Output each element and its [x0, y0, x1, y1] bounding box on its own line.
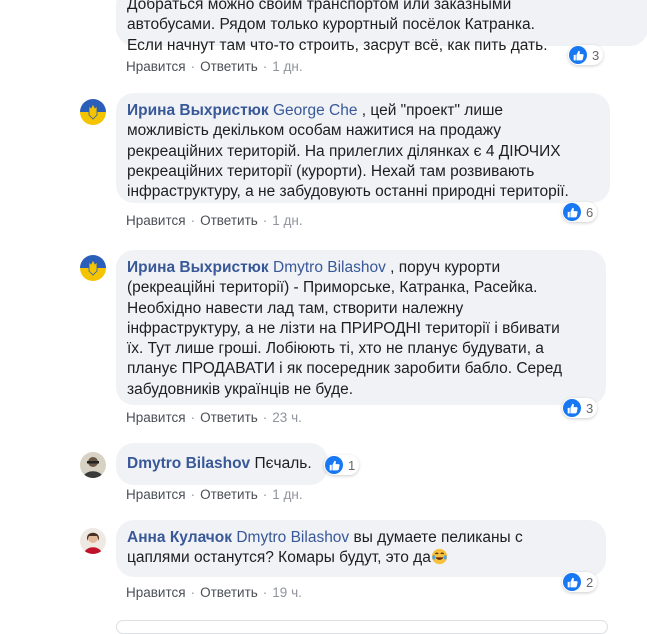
timestamp[interactable]: 23 ч. [272, 410, 302, 425]
timestamp[interactable]: 1 дн. [272, 487, 302, 502]
reply-link[interactable]: Ответить [200, 585, 258, 600]
comment-author[interactable]: Dmytro Bilashov [127, 455, 250, 472]
comment-bubble: Ирина Выхристюк George Che , цей "проект… [116, 93, 610, 203]
reaction-count-badge[interactable]: 3 [562, 398, 598, 418]
reaction-count: 2 [586, 574, 594, 590]
comment-actions: Нравится · Ответить · 23 ч. [126, 410, 302, 425]
avatar[interactable] [80, 255, 106, 281]
comment-text-line: Ирина Выхристюк Dmytro Bilashov , поруч … [127, 258, 594, 278]
reaction-count-badge[interactable]: 2 [562, 572, 598, 592]
reply-link[interactable]: Ответить [200, 59, 258, 74]
reaction-count-badge[interactable]: 1 [324, 455, 360, 475]
thumbs-up-icon [563, 573, 581, 591]
comment-text-line: інфраструктуру, а не лізти на ПРИРОДНІ т… [127, 319, 560, 337]
reaction-count: 1 [348, 457, 356, 473]
mention-link[interactable]: Dmytro Bilashov [273, 259, 386, 276]
comment-bubble: Ирина Выхристюк Dmytro Bilashov , поруч … [116, 250, 606, 405]
comment-text-line: планує ПРОДАВАТИ і як посередник заробит… [127, 360, 563, 378]
separator-dot: · [190, 487, 196, 502]
mention-link[interactable]: George Che [273, 102, 357, 119]
comment-bubble: Dmytro Bilashov Пєчаль. [116, 443, 328, 485]
comment-text: цаплями останутся? Комары будут, это да [127, 549, 431, 567]
comment-actions: Нравится · Ответить · 1 дн. [126, 213, 303, 228]
comment-text-line: їх. Тут лише гроші. Лобіюють ті, хто не … [127, 340, 544, 358]
comment-text-line: рекреаційних територій. На прилеглих діл… [127, 142, 561, 160]
separator-dot: · [190, 213, 196, 228]
thumbs-up-icon [569, 46, 587, 64]
comment-text-line: Dmytro Bilashov Пєчаль. [127, 451, 316, 476]
reaction-count: 6 [586, 204, 594, 220]
comment-author[interactable]: Анна Кулачок [127, 529, 232, 546]
separator-dot: · [190, 410, 196, 425]
comment-bubble: Анна Кулачок Dmytro Bilashov вы думаете … [116, 520, 606, 577]
thumbs-up-icon [563, 203, 581, 221]
comment-text: вы думаете пеликаны с [349, 529, 523, 546]
comment-text-line: Добраться можно своим транспортом или за… [127, 0, 512, 13]
comment-text-line: забудовників українців не буде. [127, 380, 354, 398]
reply-link[interactable]: Ответить [200, 410, 258, 425]
comment-text-line: Необхідно навести лад там, створити нале… [127, 299, 464, 317]
comment-text-line: автобусами. Рядом только курортный посёл… [127, 16, 535, 34]
reaction-count: 3 [592, 47, 600, 63]
separator-dot: · [190, 59, 196, 74]
comment-bubble: Добраться можно своим транспортом или за… [116, 0, 647, 54]
comment-text: , цей "проект" лише [357, 102, 504, 119]
avatar[interactable] [80, 452, 106, 478]
comment-text-line: цаплями останутся? Комары будут, это да [127, 548, 594, 568]
comment-text-line: можливість декільком особам нажитися на … [127, 122, 502, 140]
like-link[interactable]: Нравится [126, 487, 186, 502]
reply-link[interactable]: Ответить [200, 213, 258, 228]
reply-link[interactable]: Ответить [200, 487, 258, 502]
timestamp[interactable]: 1 дн. [272, 213, 302, 228]
like-link[interactable]: Нравится [126, 410, 186, 425]
thumbs-up-icon [325, 456, 343, 474]
like-link[interactable]: Нравится [126, 585, 186, 600]
comment-text: Пєчаль. [250, 455, 312, 472]
reply-input-box[interactable] [116, 620, 608, 634]
comment-text-line: Ирина Выхристюк George Che , цей "проект… [127, 101, 598, 121]
comment-text-line: рекреаційних території (курорти). Нехай … [127, 162, 535, 180]
avatar[interactable] [80, 99, 106, 125]
mention-link[interactable]: Dmytro Bilashov [236, 529, 349, 546]
comment-text-line: інфраструктуру, а не забудовують останні… [127, 183, 569, 201]
separator-dot: · [262, 410, 268, 425]
comment-text-line: Если начнут там что-то строить, засрут в… [127, 36, 548, 54]
reaction-count-badge[interactable]: 6 [562, 202, 598, 222]
comment-actions: Нравится · Ответить · 1 дн. [126, 59, 303, 74]
separator-dot: · [190, 585, 196, 600]
separator-dot: · [262, 59, 268, 74]
like-link[interactable]: Нравится [126, 59, 186, 74]
comment-text-line: (рекреаційні території) - Приморське, Ка… [127, 279, 538, 297]
comment-author[interactable]: Ирина Выхристюк [127, 259, 269, 276]
separator-dot: · [262, 213, 268, 228]
comment-author[interactable]: Ирина Выхристюк [127, 102, 269, 119]
comment-text-line: Анна Кулачок Dmytro Bilashov вы думаете … [127, 528, 594, 548]
comment-text: , поруч курорти [385, 259, 501, 276]
timestamp[interactable]: 1 дн. [272, 59, 302, 74]
reaction-count: 3 [586, 400, 594, 416]
comment-actions: Нравится · Ответить · 19 ч. [126, 585, 302, 600]
thumbs-up-icon [563, 399, 581, 417]
timestamp[interactable]: 19 ч. [272, 585, 302, 600]
like-link[interactable]: Нравится [126, 213, 186, 228]
separator-dot: · [262, 487, 268, 502]
avatar[interactable] [80, 528, 106, 554]
comment-actions: Нравится · Ответить · 1 дн. [126, 487, 303, 502]
reaction-count-badge[interactable]: 3 [568, 45, 604, 65]
separator-dot: · [262, 585, 268, 600]
laughing-tears-emoji [431, 548, 448, 565]
